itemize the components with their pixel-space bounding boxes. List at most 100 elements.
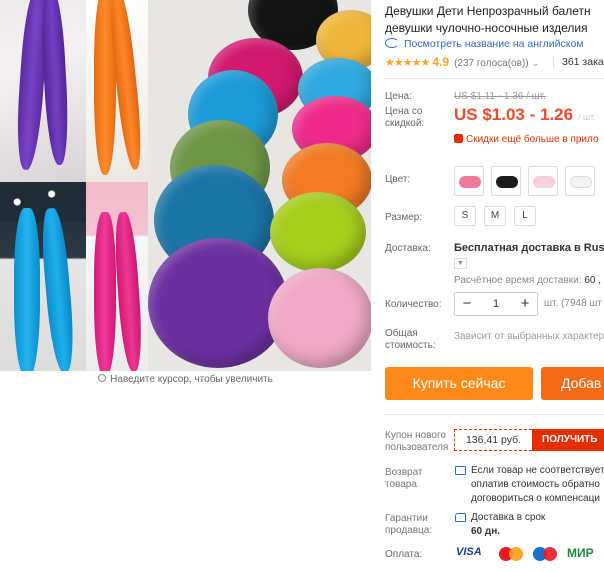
color-swatch-light-pink[interactable] (528, 166, 558, 196)
guarantee-label: Гарантии продавца: (385, 513, 432, 537)
maestro-logo-icon (533, 547, 559, 561)
shipping-label: Доставка: (385, 243, 431, 254)
coupon-label-line2: пользователя (385, 442, 449, 453)
product-title-line1: Девушки Дети Непрозрачный балетн (385, 4, 591, 18)
guarantee-line2: 60 дн. (471, 526, 501, 537)
swatch-black-sample (496, 176, 518, 188)
swatch-pink-sample (459, 176, 481, 188)
shipping-method: Бесплатная доставка в Russia (454, 242, 604, 254)
price-label: Цена: (385, 91, 412, 102)
discount-price-unit: / шт. (577, 112, 596, 122)
coupon-label-line1: Купон нового (385, 430, 446, 441)
returns-label: Возврат товара (385, 467, 423, 491)
pink-leg (94, 212, 116, 371)
translate-title-link[interactable]: Посмотреть название на английском (385, 38, 584, 50)
thumbnail-pink-tights[interactable] (86, 182, 148, 371)
payment-label: Оплата: (385, 549, 423, 560)
rating-summary[interactable]: ★★★★★ 4.9 (237 голоса(ов)) ⌄ (385, 55, 539, 69)
quantity-label: Количество: (385, 299, 442, 310)
coupon-amount: 136,41 руб. (454, 429, 532, 451)
size-option-l[interactable]: L (514, 206, 536, 226)
guarantee-text: Доставка в срок 60 дн. (471, 511, 545, 539)
chevron-down-icon: ⌄ (531, 58, 540, 68)
quantity-input[interactable]: 1 (479, 293, 513, 315)
discount-price-label: Цена со скидкой: (385, 106, 424, 130)
guarantee-label-line1: Гарантии (385, 513, 428, 524)
pink-leg (112, 211, 145, 371)
quantity-decrease-button[interactable]: − (455, 293, 479, 315)
color-swatch-black[interactable] (491, 166, 521, 196)
zoom-hint: Наведите курсор, чтобы увеличить (0, 374, 371, 385)
mastercard-logo-icon (499, 547, 525, 561)
thumbnail-blue-tights[interactable] (0, 182, 86, 371)
new-user-coupon: 136,41 руб. ПОЛУЧИТЬ (454, 429, 604, 451)
swatch-white-sample (570, 176, 592, 188)
discount-price-label-line1: Цена со (385, 106, 423, 117)
mir-logo-icon: МИР (567, 546, 594, 560)
maestro-red-circle (543, 547, 557, 561)
guarantee-label-line2: продавца: (385, 525, 433, 536)
orders-count: 361 зака (553, 56, 604, 68)
rating-votes: (237 голоса(ов)) (454, 58, 529, 69)
product-image-gallery[interactable] (0, 0, 371, 371)
dress-hem (0, 182, 86, 222)
discount-price-value: US $1.03 - 1.26 (454, 105, 574, 124)
returns-line1: Если товар не соответствует (471, 465, 604, 476)
returns-policy-text: Если товар не соответствует оплатив стои… (471, 464, 604, 506)
zoom-hint-text: Наведите курсор, чтобы увеличить (110, 374, 273, 385)
size-label: Размер: (385, 212, 423, 223)
get-coupon-button[interactable]: ПОЛУЧИТЬ (532, 429, 604, 451)
app-discount-text: Скидки ещё больше в прило (466, 134, 599, 145)
mastercard-orange-circle (509, 547, 523, 561)
blue-leg (14, 208, 40, 371)
swatch-light-pink-sample (533, 176, 555, 188)
delivery-truck-icon (455, 513, 466, 522)
divider (385, 78, 604, 79)
magnifier-icon (98, 374, 107, 382)
color-swatch-white[interactable] (565, 166, 595, 196)
rating-score: 4.9 (432, 55, 449, 69)
color-swatch-pink[interactable] (454, 166, 484, 196)
roll-lime (270, 192, 366, 272)
returns-line2: оплатив стоимость обратно (471, 479, 600, 490)
discount-price: US $1.03 - 1.26 / шт. (454, 105, 596, 125)
shipping-eta-value: 60 , (584, 275, 602, 286)
roll-purple (148, 238, 288, 368)
quantity-increase-button[interactable]: + (513, 293, 537, 315)
shipping-dropdown-chevron-icon[interactable]: ▼ (454, 258, 467, 269)
coupon-label: Купон нового пользователя (385, 430, 448, 454)
returns-label-line1: Возврат (385, 467, 423, 478)
translate-title-text: Посмотреть название на английском (404, 38, 584, 50)
size-option-s[interactable]: S (454, 206, 476, 226)
quantity-stepper: − 1 + (454, 292, 538, 316)
rating-stars-icon: ★★★★★ (385, 57, 430, 69)
shipping-eta: Расчётное время доставки: 60 , (454, 275, 601, 286)
return-box-icon (455, 466, 466, 475)
total-value-note: Зависит от выбранных характер (454, 331, 604, 342)
product-info-panel: Девушки Дети Непрозрачный балетн девушки… (385, 0, 604, 572)
total-label-line2: стоимость: (385, 340, 436, 351)
color-label: Цвет: (385, 174, 411, 185)
stock-available: шт. (7948 шт (544, 298, 603, 309)
visa-logo-icon: VISA (456, 546, 482, 558)
total-label-line1: Общая (385, 328, 418, 339)
total-label: Общая стоимость: (385, 328, 436, 352)
size-option-m[interactable]: M (484, 206, 506, 226)
returns-line3: договориться о компенсаци (471, 493, 600, 504)
buy-now-button[interactable]: Купить сейчас (385, 367, 533, 400)
app-discount-link[interactable]: Скидки ещё больше в прило (454, 134, 599, 145)
phone-icon (454, 134, 463, 143)
shipping-eta-prefix: Расчётное время доставки: (454, 275, 582, 286)
thumbnail-orange-tights[interactable] (86, 0, 148, 182)
divider (385, 414, 604, 415)
product-title: Девушки Дети Непрозрачный балетн девушки… (385, 3, 604, 37)
thumbnail-purple-tights[interactable] (0, 0, 86, 182)
add-to-cart-button[interactable]: Добав (541, 367, 604, 400)
translate-icon (385, 38, 399, 48)
main-image-rolled-tights[interactable] (148, 0, 371, 371)
blue-leg (38, 207, 78, 371)
original-price: US $1.11 - 1.36 / шт. (454, 91, 546, 102)
returns-label-line2: товара (385, 479, 417, 490)
discount-price-label-line2: скидкой: (385, 118, 425, 129)
roll-light-pink (268, 268, 371, 368)
